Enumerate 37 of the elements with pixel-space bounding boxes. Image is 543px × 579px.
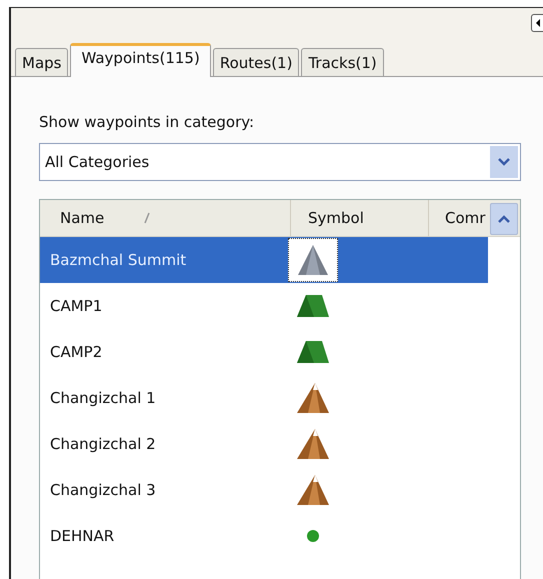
waypoint-name: CAMP1 — [49, 297, 104, 315]
column-header[interactable]: Name — [40, 200, 291, 236]
left-arrow-icon — [534, 18, 542, 28]
tab[interactable]: Routes(1) — [212, 48, 300, 76]
waypoint-row[interactable]: CAMP1 — [40, 283, 488, 329]
waypoint-row[interactable]: Changizchal 1 — [40, 375, 488, 421]
scroll-up-button[interactable] — [490, 203, 518, 235]
tab[interactable]: Tracks(1) — [301, 48, 384, 76]
tent-icon — [296, 293, 330, 319]
column-header[interactable]: Comr — [429, 200, 520, 236]
waypoint-row[interactable]: Changizchal 3 — [40, 467, 488, 513]
mountain-icon — [296, 427, 330, 461]
waypoint-row[interactable]: DEHNAR — [40, 513, 488, 559]
tent-icon — [296, 339, 330, 365]
waypoint-name: DEHNAR — [49, 527, 116, 545]
waypoint-name: Bazmchal Summit — [49, 251, 188, 269]
dot-icon — [306, 529, 320, 543]
waypoint-row[interactable]: Bazmchal Summit — [40, 237, 488, 283]
column-header[interactable]: Symbol — [291, 200, 429, 236]
mountain-icon — [296, 381, 330, 415]
chevron-up-icon — [497, 214, 511, 224]
mountain-icon — [296, 243, 330, 277]
waypoint-name: Changizchal 3 — [49, 481, 157, 499]
waypoint-name: Changizchal 2 — [49, 435, 157, 453]
waypoint-name: Changizchal 1 — [49, 389, 157, 407]
tab[interactable]: Maps — [15, 48, 68, 76]
tab[interactable]: Waypoints(115) — [70, 43, 211, 77]
mountain-icon — [296, 473, 330, 507]
waypoint-row[interactable]: Changizchal 2 — [40, 421, 488, 467]
sort-icon — [143, 211, 151, 225]
dropdown-button[interactable] — [490, 146, 518, 178]
waypoint-row[interactable]: CAMP2 — [40, 329, 488, 375]
collapse-button[interactable] — [531, 14, 543, 32]
category-dropdown[interactable]: All Categories — [39, 143, 521, 181]
waypoint-name: CAMP2 — [49, 343, 104, 361]
chevron-down-icon — [497, 157, 511, 167]
category-label: Show waypoints in category: — [39, 113, 256, 133]
